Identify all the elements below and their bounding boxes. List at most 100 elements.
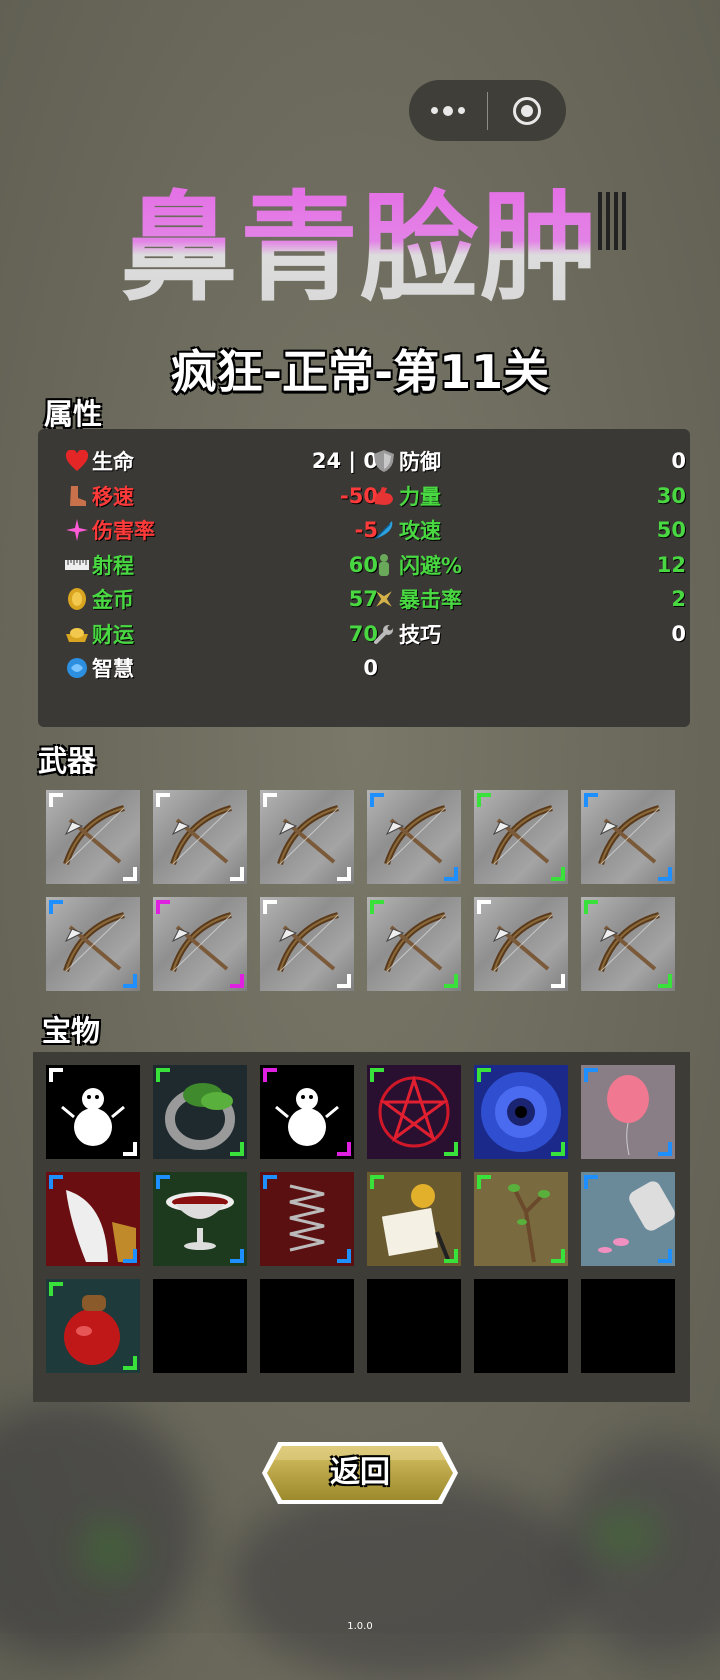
rarity-corner bbox=[337, 1249, 351, 1263]
treasure-slot[interactable] bbox=[153, 1172, 247, 1266]
dodge-figure-icon bbox=[371, 552, 397, 578]
more-menu-button[interactable] bbox=[409, 105, 487, 116]
stat-name: 防御 bbox=[399, 450, 441, 474]
weapon-slot[interactable] bbox=[260, 790, 354, 884]
treasure-slot[interactable] bbox=[581, 1172, 675, 1266]
rarity-corner bbox=[584, 793, 598, 807]
rarity-corner bbox=[477, 793, 491, 807]
rarity-corner bbox=[156, 1175, 170, 1189]
treasure-slot[interactable] bbox=[260, 1065, 354, 1159]
stat-right-1: 力量 30 bbox=[371, 479, 686, 513]
weapon-slot[interactable] bbox=[46, 790, 140, 884]
weapon-slot[interactable] bbox=[260, 897, 354, 991]
treasure-slot[interactable] bbox=[153, 1065, 247, 1159]
stat-name: 财运 bbox=[92, 622, 134, 647]
attributes-panel: 生命 24 | 0 移速 -50 伤害率 -5 射程 60 金币 57 财运 70 智慧 0 防御 0 力量 3… bbox=[38, 429, 690, 727]
close-miniprogram-button[interactable] bbox=[488, 96, 566, 125]
empty-treasure-slot[interactable] bbox=[367, 1279, 461, 1373]
rarity-corner bbox=[263, 1068, 277, 1082]
treasure-slot[interactable] bbox=[46, 1279, 140, 1373]
rarity-corner bbox=[658, 1249, 672, 1263]
stat-name: 移速 bbox=[92, 484, 134, 509]
treasure-slot[interactable] bbox=[260, 1172, 354, 1266]
rarity-corner bbox=[156, 900, 170, 914]
stat-name: 力量 bbox=[399, 484, 441, 509]
weapon-slot[interactable] bbox=[153, 790, 247, 884]
treasures-heading: 宝物 bbox=[42, 1014, 101, 1048]
stat-name: 伤害率 bbox=[92, 519, 155, 543]
tally-marks-icon bbox=[598, 192, 628, 250]
rarity-corner bbox=[370, 1068, 384, 1082]
empty-treasure-slot[interactable] bbox=[474, 1279, 568, 1373]
background-shape bbox=[80, 1520, 140, 1580]
rarity-corner bbox=[477, 1175, 491, 1189]
rarity-corner bbox=[658, 1142, 672, 1156]
rarity-corner bbox=[337, 1142, 351, 1156]
stat-left-5: 财运 70 bbox=[64, 617, 378, 651]
treasure-slot[interactable] bbox=[581, 1065, 675, 1159]
stat-left-3: 射程 60 bbox=[64, 548, 378, 582]
rarity-corner bbox=[370, 793, 384, 807]
stat-value: 30 bbox=[656, 483, 686, 508]
treasure-slot[interactable] bbox=[367, 1172, 461, 1266]
treasure-slot[interactable] bbox=[367, 1065, 461, 1159]
ruler-icon bbox=[64, 552, 90, 578]
feather-icon bbox=[371, 517, 397, 543]
heart-icon bbox=[64, 448, 90, 474]
weapon-slot[interactable] bbox=[367, 897, 461, 991]
empty-treasure-slot[interactable] bbox=[153, 1279, 247, 1373]
rarity-corner bbox=[49, 900, 63, 914]
brain-icon bbox=[64, 655, 90, 681]
back-button[interactable]: 返回 bbox=[260, 1440, 460, 1506]
stat-value: 12 bbox=[656, 552, 686, 577]
stat-value: 70 bbox=[348, 621, 378, 646]
rarity-corner bbox=[230, 974, 244, 988]
weapons-heading: 武器 bbox=[38, 744, 97, 778]
coin-icon bbox=[64, 586, 90, 612]
stat-name: 金币 bbox=[92, 588, 134, 612]
weapon-slot[interactable] bbox=[46, 897, 140, 991]
treasure-slot[interactable] bbox=[474, 1172, 568, 1266]
rarity-corner bbox=[551, 974, 565, 988]
treasure-slot[interactable] bbox=[46, 1172, 140, 1266]
background-shape bbox=[230, 1480, 590, 1680]
rarity-corner bbox=[658, 867, 672, 881]
sparkle-icon bbox=[64, 517, 90, 543]
empty-treasure-slot[interactable] bbox=[260, 1279, 354, 1373]
miniprogram-capsule bbox=[409, 80, 566, 141]
treasure-slot[interactable] bbox=[474, 1065, 568, 1159]
weapon-slot[interactable] bbox=[581, 790, 675, 884]
stat-right-4: 暴击率 2 bbox=[371, 582, 686, 616]
difficulty-level-label: 疯狂-正常-第11关 bbox=[170, 345, 550, 399]
rarity-corner bbox=[337, 974, 351, 988]
rarity-corner bbox=[123, 1249, 137, 1263]
stat-value: 0 bbox=[363, 656, 378, 680]
background-shape bbox=[590, 1510, 660, 1560]
rarity-corner bbox=[123, 1356, 137, 1370]
weapon-slot[interactable] bbox=[474, 897, 568, 991]
rarity-corner bbox=[584, 900, 598, 914]
weapon-slot[interactable] bbox=[153, 897, 247, 991]
rarity-corner bbox=[551, 1249, 565, 1263]
treasure-slot[interactable] bbox=[46, 1065, 140, 1159]
rarity-corner bbox=[477, 900, 491, 914]
empty-treasure-slot[interactable] bbox=[581, 1279, 675, 1373]
version-label: 1.0.0 bbox=[347, 1621, 373, 1632]
weapon-slot[interactable] bbox=[474, 790, 568, 884]
stat-left-0: 生命 24 | 0 bbox=[64, 444, 378, 478]
weapon-slot[interactable] bbox=[581, 897, 675, 991]
rarity-corner bbox=[444, 1249, 458, 1263]
stat-value: -50 bbox=[340, 483, 378, 508]
attributes-heading: 属性 bbox=[44, 397, 103, 431]
stat-value: 57 bbox=[348, 587, 378, 611]
rarity-corner bbox=[444, 867, 458, 881]
stat-left-6: 智慧 0 bbox=[64, 651, 378, 685]
rarity-corner bbox=[49, 1282, 63, 1296]
rarity-corner bbox=[263, 1175, 277, 1189]
stat-name: 射程 bbox=[92, 553, 134, 578]
rarity-corner bbox=[370, 1175, 384, 1189]
stat-right-5: 技巧 0 bbox=[371, 617, 686, 651]
weapon-slot[interactable] bbox=[367, 790, 461, 884]
rarity-corner bbox=[49, 1068, 63, 1082]
stat-left-1: 移速 -50 bbox=[64, 479, 378, 513]
